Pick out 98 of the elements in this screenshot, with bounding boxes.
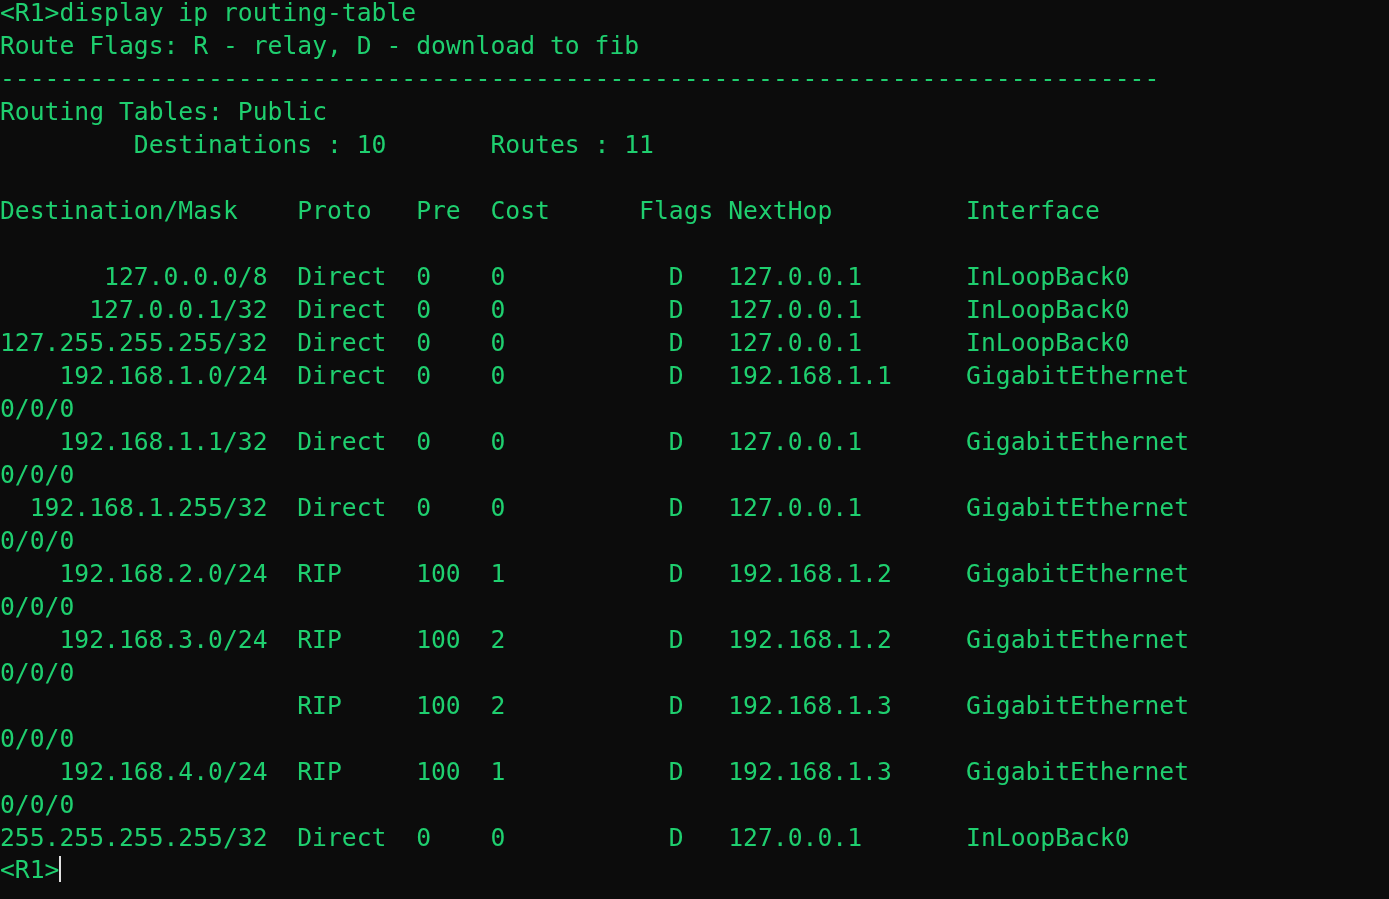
column-header: Proto [297,195,373,227]
table-cell-text: 0/0/0 [0,789,75,821]
table-cell: D [668,559,684,588]
text-cursor [59,856,62,882]
table-cell: RIP [297,691,342,720]
table-cell: 0 [490,493,506,522]
table-cell: 2 [490,691,506,720]
table-cell: D [668,328,684,357]
table-cell: 192.168.1.255/32 [29,493,268,522]
table-cell: Direct [297,328,387,357]
table-cell: 192.168.1.0/24 [59,361,268,390]
route-flags-legend: Route Flags: R - relay, D - download to fib [0,29,640,62]
table-cell: Direct [297,295,387,324]
table-cell: 100 [416,757,461,786]
table-cell: 127.0.0.1 [728,427,863,456]
table-cell: 192.168.1.2 [728,625,892,654]
table-cell: 0 [416,361,431,390]
table-cell: RIP [297,625,342,654]
table-cell-text: 0/0/0 [0,723,75,755]
table-cell-text: 0/0/0 [0,657,75,689]
table-cell: 192.168.1.3 [728,757,892,786]
table-cell: 127.0.0.0/8 [104,262,268,291]
table-cell: 192.168.1.1/32 [59,427,268,456]
table-cell: 100 [416,625,461,654]
column-header: NextHop [728,195,834,227]
table-cell: D [668,823,684,852]
table-cell: InLoopBack0 [966,262,1130,291]
table-cell: InLoopBack0 [966,295,1130,324]
table-cell: D [668,493,684,522]
table-cell: D [668,427,684,456]
table-cell: 1 [490,757,506,786]
table-cell: 192.168.1.3 [728,691,892,720]
table-cell: 127.255.255.255/32 [0,328,268,357]
table-cell: 0 [490,262,506,291]
table-cell: 0 [490,328,506,357]
table-cell: 192.168.1.1 [728,361,892,390]
routes-count: Routes : 11 [490,129,654,161]
command-line: <R1>display ip routing-table [0,0,417,29]
table-cell: GigabitEthernet [966,691,1189,720]
command-prompt: <R1> [0,853,60,886]
table-cell: Direct [297,361,387,390]
table-cell: D [668,625,684,654]
table-cell: 127.0.0.1 [728,328,863,357]
column-header: Destination/Mask [0,195,239,227]
table-cell: 255.255.255.255/32 [0,823,268,852]
table-cell: D [668,262,684,291]
column-header: Pre [416,195,462,227]
table-cell: 192.168.2.0/24 [59,559,268,588]
table-cell: GigabitEthernet [966,361,1189,390]
table-cell: 0 [416,295,431,324]
table-cell: 0 [490,823,506,852]
table-cell-text: 0/0/0 [0,393,75,425]
table-cell-text: 0/0/0 [0,525,75,557]
table-cell: 0 [416,328,431,357]
table-cell: InLoopBack0 [966,823,1130,852]
table-cell: 100 [416,691,461,720]
table-cell: D [668,757,684,786]
table-cell: GigabitEthernet [966,559,1189,588]
table-cell: 0 [416,493,431,522]
table-cell: 0 [490,295,506,324]
table-cell: RIP [297,559,342,588]
table-cell: 0 [416,823,431,852]
table-cell: 127.0.0.1 [728,262,863,291]
table-cell: 127.0.0.1 [728,295,863,324]
table-cell: Direct [297,493,387,522]
table-cell: 0 [416,262,431,291]
table-cell: GigabitEthernet [966,625,1189,654]
table-cell: 0 [490,361,506,390]
table-cell: D [668,295,684,324]
destinations-count: Destinations : 10 [133,129,387,161]
table-cell: Direct [297,262,387,291]
column-header: Flags [639,195,715,227]
table-cell: 100 [416,559,461,588]
table-cell: InLoopBack0 [966,328,1130,357]
table-cell: 1 [490,559,506,588]
table-cell: GigabitEthernet [966,427,1189,456]
table-cell: 192.168.3.0/24 [59,625,268,654]
column-header: Interface [966,195,1101,227]
column-header: Cost [490,195,551,227]
table-cell: 0 [490,427,506,456]
table-cell: Direct [297,823,387,852]
table-cell: D [668,691,684,720]
table-cell: 192.168.4.0/24 [59,757,268,786]
table-cell: 127.0.0.1 [728,493,863,522]
table-cell: 127.0.0.1/32 [89,295,268,324]
table-cell: 192.168.1.2 [728,559,892,588]
table-cell-text: 0/0/0 [0,591,75,623]
separator-line: ------------------------------------------------------------------------------ [0,63,1160,95]
table-cell: D [668,361,684,390]
routing-tables-title: Routing Tables: Public [0,96,327,128]
table-cell: 127.0.0.1 [728,823,863,852]
table-cell: 0 [416,427,431,456]
table-cell: GigabitEthernet [966,493,1189,522]
table-cell: Direct [297,427,387,456]
table-cell-text: 0/0/0 [0,459,75,491]
table-cell: RIP [297,757,342,786]
table-cell: GigabitEthernet [966,757,1189,786]
table-cell: 2 [490,625,506,654]
